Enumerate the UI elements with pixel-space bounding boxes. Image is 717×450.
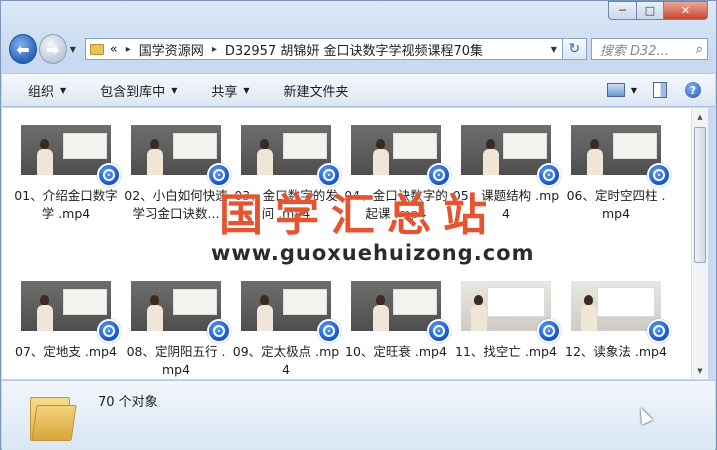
video-thumbnail xyxy=(21,281,121,343)
video-thumbnail xyxy=(461,281,561,343)
media-player-icon xyxy=(647,163,671,187)
minimize-button[interactable]: ─ xyxy=(608,1,636,20)
file-item[interactable]: 06、定时空四柱 .mp4 xyxy=(567,125,681,223)
file-name: 07、定地支 .mp4 xyxy=(15,344,117,359)
new-folder-label: 新建文件夹 xyxy=(283,84,349,100)
watermark-title: 国学汇总站 xyxy=(219,190,499,241)
chevron-down-icon: ▼ xyxy=(243,85,250,95)
file-item[interactable]: 11、找空亡 .mp4 xyxy=(455,281,571,361)
new-folder-button[interactable]: 新建文件夹 xyxy=(284,81,349,100)
share-label: 共享 xyxy=(211,84,238,100)
file-name: 02、小白如何快速学习金口诀数... xyxy=(124,188,228,221)
forward-button[interactable]: ➡ xyxy=(38,34,67,64)
media-player-icon xyxy=(647,319,671,343)
video-thumbnail xyxy=(241,125,341,187)
back-button[interactable]: ⬅ xyxy=(9,34,37,64)
organize-label: 组织 xyxy=(28,84,55,100)
media-player-icon xyxy=(427,319,451,343)
item-count: 70 个对象 xyxy=(98,395,158,410)
file-name: 11、找空亡 .mp4 xyxy=(455,344,557,359)
chevron-down-icon: ▼ xyxy=(60,85,67,95)
scrollbar-thumb[interactable] xyxy=(694,127,706,263)
file-item[interactable]: 07、定地支 .mp4 xyxy=(15,281,131,361)
scroll-down-icon[interactable]: ▼ xyxy=(692,362,708,379)
media-player-icon xyxy=(97,319,121,343)
file-item[interactable]: 12、读象法 .mp4 xyxy=(565,281,681,361)
file-name: 08、定阴阳五行 .mp4 xyxy=(126,344,226,377)
close-button[interactable]: ✕ xyxy=(664,1,708,20)
forward-arrow-icon: ➡ xyxy=(46,39,60,59)
file-name: 10、定旺衰 .mp4 xyxy=(345,344,447,359)
file-name: 01、介绍金口数字学 .mp4 xyxy=(14,188,118,221)
file-name: 09、定太极点 .mp4 xyxy=(232,344,340,377)
video-thumbnail xyxy=(241,281,341,343)
media-player-icon xyxy=(97,163,121,187)
breadcrumb-item[interactable]: 国学资源网 xyxy=(139,40,204,59)
scroll-up-icon[interactable]: ▲ xyxy=(692,108,708,125)
refresh-icon: ↻ xyxy=(568,41,581,57)
breadcrumb-separator[interactable]: ▸ xyxy=(212,44,217,55)
view-controls: ▼ ? xyxy=(606,82,701,98)
video-thumbnail xyxy=(351,125,451,187)
video-thumbnail xyxy=(131,281,231,343)
include-in-library-menu[interactable]: 包含到库中 ▼ xyxy=(100,81,177,100)
folder-icon xyxy=(89,43,104,55)
view-options-dropdown[interactable]: ▼ xyxy=(631,86,637,95)
organize-menu[interactable]: 组织 ▼ xyxy=(28,81,66,100)
search-placeholder: 搜索 D32... xyxy=(599,43,669,59)
file-name: 12、读象法 .mp4 xyxy=(565,344,667,359)
details-pane: 70 个对象 xyxy=(2,380,715,450)
navigation-bar: ⬅ ➡ ▼ « ▸ 国学资源网 ▸ D32957 胡锦妍 金口诀数字学视频课程7… xyxy=(9,31,709,67)
share-menu[interactable]: 共享 ▼ xyxy=(211,81,249,100)
breadcrumb-overflow[interactable]: « xyxy=(110,42,118,57)
change-view-icon[interactable] xyxy=(606,83,625,97)
video-thumbnail xyxy=(21,125,121,187)
preview-pane-icon[interactable] xyxy=(653,82,667,98)
media-player-icon xyxy=(317,319,341,343)
address-dropdown[interactable]: ▼ xyxy=(546,45,562,54)
back-arrow-icon: ⬅ xyxy=(16,39,30,59)
mouse-cursor-icon xyxy=(635,405,653,425)
file-item[interactable]: 09、定太极点 .mp4 xyxy=(233,281,351,379)
media-player-icon xyxy=(207,319,231,343)
include-in-library-label: 包含到库中 xyxy=(100,84,166,100)
media-player-icon xyxy=(537,319,561,343)
video-thumbnail xyxy=(131,125,231,187)
caption-buttons: ─ □ ✕ xyxy=(608,1,708,20)
chevron-down-icon: ▼ xyxy=(171,85,178,95)
search-input[interactable]: 搜索 D32... ⌕ xyxy=(590,38,709,60)
media-player-icon xyxy=(537,163,561,187)
video-thumbnail xyxy=(461,125,561,187)
breadcrumb-separator[interactable]: ▸ xyxy=(126,44,131,55)
maximize-button[interactable]: □ xyxy=(636,1,664,20)
recent-pages-dropdown[interactable]: ▼ xyxy=(70,45,81,54)
help-icon[interactable]: ? xyxy=(685,82,701,98)
file-item[interactable]: 10、定旺衰 .mp4 xyxy=(345,281,461,361)
address-bar[interactable]: « ▸ 国学资源网 ▸ D32957 胡锦妍 金口诀数字学视频课程70集 ▼ xyxy=(84,38,563,60)
video-thumbnail xyxy=(571,281,671,343)
video-thumbnail xyxy=(351,281,451,343)
refresh-button[interactable]: ↻ xyxy=(562,38,587,60)
watermark-url: www.guoxuehuizong.com xyxy=(211,241,535,265)
folder-icon xyxy=(30,391,77,441)
command-bar: 组织 ▼ 包含到库中 ▼ 共享 ▼ 新建文件夹 ▼ ? xyxy=(2,73,715,107)
file-name: 06、定时空四柱 .mp4 xyxy=(566,188,666,221)
explorer-window: ─ □ ✕ ⬅ ➡ ▼ « ▸ 国学资源网 ▸ D32957 胡锦妍 金口诀数字… xyxy=(0,0,717,450)
video-thumbnail xyxy=(571,125,671,187)
breadcrumb-item-current[interactable]: D32957 胡锦妍 金口诀数字学视频课程70集 xyxy=(225,40,483,59)
file-item[interactable]: 01、介绍金口数字学 .mp4 xyxy=(14,125,131,223)
vertical-scrollbar[interactable]: ▲ ▼ xyxy=(691,108,708,379)
search-icon[interactable]: ⌕ xyxy=(696,42,703,57)
file-item[interactable]: 08、定阴阳五行 .mp4 xyxy=(127,281,241,379)
